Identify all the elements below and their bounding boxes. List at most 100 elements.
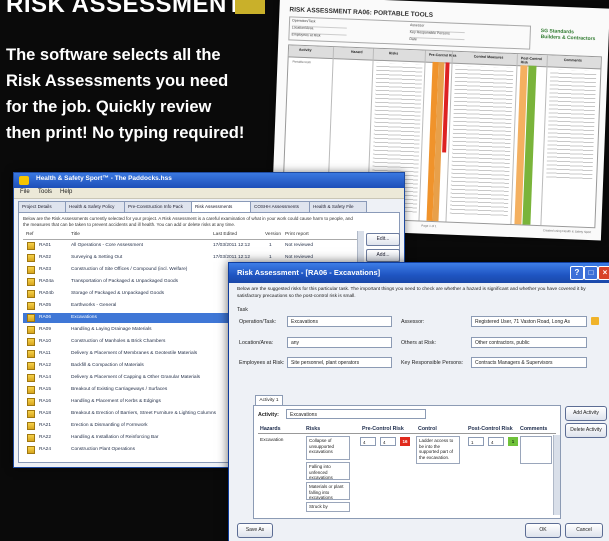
document-icon	[27, 242, 35, 250]
blurb-line: then print! No typing required!	[6, 124, 245, 142]
risk-list-header: Ref Title Last Edited Version Print repo…	[23, 231, 357, 240]
document-icon	[27, 386, 35, 394]
menu-file[interactable]: File	[20, 189, 30, 195]
risk-ref-cell: RA16	[39, 399, 51, 404]
dialog-description: Below are the suggested risks for this p…	[237, 287, 586, 299]
key-persons-field[interactable]: Contracts Managers & Supervisors	[471, 357, 587, 368]
dialog-title: Risk Assessment - [RA06 - Excavations]	[237, 268, 381, 277]
document-icon	[27, 410, 35, 418]
ok-button[interactable]: OK	[525, 523, 561, 538]
document-icon	[27, 362, 35, 370]
risk-ref-cell: RA09	[39, 327, 51, 332]
employees-label: Employees at Risk:	[239, 360, 285, 366]
risk-assessment-dialog: Risk Assessment - [RA06 - Excavations] ?…	[228, 262, 609, 541]
comments-textarea[interactable]	[520, 436, 552, 464]
risk-title-cell: Handling & Installation of Reinforcing B…	[71, 435, 159, 440]
post-likelihood-select[interactable]: 4	[488, 437, 504, 446]
pre-risk-score: 16	[400, 437, 410, 446]
menu-bar: File Tools Help	[14, 188, 404, 199]
risk-title-cell: Construction of Site Offices / Compound …	[71, 267, 188, 272]
risk-title-cell: Delivery & Placement of Capping & Other …	[71, 375, 201, 380]
footer-mid: Page 1 of 1	[421, 223, 437, 229]
key-persons-label: Key Responsible Persons:	[401, 360, 464, 366]
grid-scrollbar[interactable]	[553, 435, 560, 515]
risk-title-cell: All Operations - Core Assessment	[71, 243, 143, 248]
dialog-titlebar[interactable]: Risk Assessment - [RA06 - Excavations] ?…	[229, 263, 609, 283]
col-pre-control: Pre-Control Risk	[362, 426, 404, 432]
document-icon	[27, 302, 35, 310]
document-icon	[27, 254, 35, 262]
col-hazards: Hazards	[260, 426, 281, 432]
document-icon	[27, 434, 35, 442]
close-icon[interactable]: ×	[598, 266, 609, 280]
document-icon	[27, 290, 35, 298]
grid-header-rule	[258, 433, 556, 434]
col-print-report: Print report	[285, 232, 309, 237]
location-field[interactable]: any	[287, 337, 392, 348]
cancel-button[interactable]: Cancel	[565, 523, 603, 538]
risk-version-cell: 1	[269, 255, 272, 260]
menu-help[interactable]: Help	[60, 189, 72, 195]
risk-title-cell: Storage of Packaged & Unpackaged Goods	[71, 291, 165, 296]
risk-title-cell: Excavations	[71, 315, 97, 320]
blurb-line: Risk Assessments you need	[6, 72, 229, 90]
logo-line: Builders & Contractors	[540, 34, 596, 43]
blurb-line: for the job. Quickly review	[6, 98, 212, 116]
main-window-titlebar[interactable]: Health & Safety Sport™ - The Paddocks.hs…	[14, 173, 404, 188]
risk-textarea[interactable]: Materials or plant falling into excavati…	[306, 482, 350, 500]
delete-activity-button[interactable]: Delete Activity	[565, 423, 607, 438]
risk-row[interactable]: RA01 All Operations - Core Assessment 17/0…	[23, 241, 357, 251]
risk-ref-cell: RA12	[39, 363, 51, 368]
edit-assessor-icon[interactable]	[591, 317, 599, 325]
menu-tools[interactable]: Tools	[38, 189, 52, 195]
risk-title-cell: Surveying & Setting Out	[71, 255, 123, 260]
document-icon	[27, 338, 35, 346]
risk-textarea[interactable]: Falling into unfenced excavations	[306, 462, 350, 480]
risk-ref-cell: RA14	[39, 375, 51, 380]
printout-col: Risks	[388, 51, 399, 56]
save-as-button[interactable]: Save As	[237, 523, 273, 538]
others-field[interactable]: Other contractors, public	[471, 337, 587, 348]
printout-col: Control Measures	[473, 54, 504, 60]
risk-title-cell: Breakout & Erection of Barriers, Street …	[71, 411, 217, 416]
add-button[interactable]: Add...	[366, 249, 400, 262]
risk-ref-cell: RA04a	[39, 279, 54, 284]
risk-textarea[interactable]: Struck by excavator	[306, 502, 350, 512]
risk-title-cell: Handling & Laying Drainage Materials	[71, 327, 152, 332]
activity-field[interactable]: Excavations	[286, 409, 426, 419]
risk-title-cell: Construction Plant Operations	[71, 447, 135, 452]
pre-severity-select[interactable]: 4	[360, 437, 376, 446]
risk-ref-cell: RA01	[39, 243, 51, 248]
edit-button[interactable]: Edit...	[366, 233, 400, 246]
risk-ref-cell: RA11	[39, 351, 51, 356]
document-icon	[27, 446, 35, 454]
pre-likelihood-select[interactable]: 4	[380, 437, 396, 446]
help-icon[interactable]: ?	[570, 266, 584, 280]
col-ref: Ref	[26, 232, 34, 237]
risk-edited-cell: 17/03/2011 12:12	[213, 255, 250, 260]
app-icon	[19, 176, 29, 185]
col-version: Version	[265, 232, 281, 237]
document-icon	[27, 326, 35, 334]
add-activity-button[interactable]: Add Activity	[565, 406, 607, 421]
operation-field[interactable]: Excavations	[287, 316, 392, 327]
others-label: Others at Risk:	[401, 340, 437, 346]
printout-col: Comments	[563, 57, 582, 63]
risk-title-cell: Breakout of Existing Carriageways / Surf…	[71, 387, 168, 392]
control-textarea[interactable]: Ladder access to be into the supported p…	[416, 436, 460, 464]
col-title: Title	[71, 232, 80, 237]
printout-controls-text	[449, 65, 514, 218]
document-icon	[27, 350, 35, 358]
employees-field[interactable]: Site personnel, plant operators	[287, 357, 392, 368]
document-icon	[27, 278, 35, 286]
printout-col: Post-Control Risk	[520, 56, 543, 65]
hazard-cell: Excavation	[260, 438, 284, 443]
risk-textarea[interactable]: Collapse of unsupported excavations	[306, 436, 350, 460]
maximize-icon[interactable]: □	[584, 266, 598, 280]
printout-comments-text	[546, 69, 597, 182]
assessor-field[interactable]: Registered User, 71 Vaston Road, Long As	[471, 316, 587, 327]
document-icon	[27, 374, 35, 382]
risk-ref-cell: RA24	[39, 447, 51, 452]
info-cell: Date	[409, 37, 417, 42]
post-severity-select[interactable]: 1	[468, 437, 484, 446]
